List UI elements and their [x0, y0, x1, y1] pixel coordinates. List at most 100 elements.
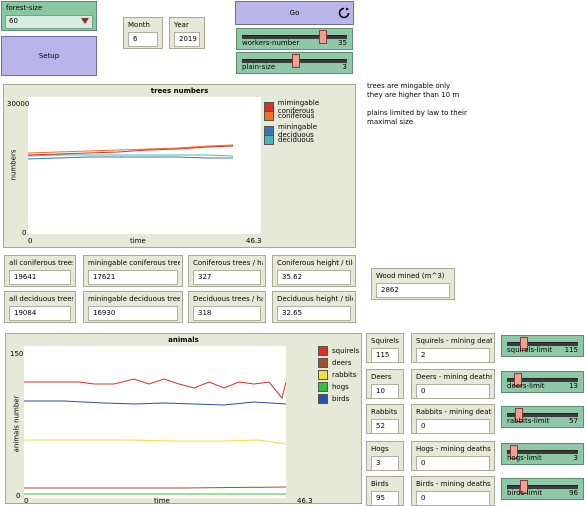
monitor-value-box: 0 [416, 419, 490, 434]
monitor-value: 16930 [93, 309, 116, 317]
series-line-squirels [24, 378, 287, 400]
monitor-coniferous-per-ha: Coniferous trees / ha 327 [188, 255, 266, 287]
forest-size-select[interactable]: 60 [5, 15, 93, 29]
monitor-value-box: 17621 [88, 270, 178, 285]
slider-label: hogs-limit [507, 454, 542, 462]
legend-swatch [318, 358, 328, 368]
monitor-label: Wood mined (m^3) [376, 272, 445, 280]
forest-size-value: 60 [9, 17, 18, 25]
go-label: Go [289, 9, 300, 17]
monitor-value-box: 19641 [9, 270, 71, 285]
note-line: plains limited by law to their [367, 109, 467, 117]
monitor-value-box: 318 [193, 306, 261, 321]
slider-label: deers-limit [507, 382, 545, 390]
legend-swatch [318, 370, 328, 380]
legend-label: deers [332, 359, 352, 367]
monitor-label: miningable coniferous trees [88, 259, 180, 267]
year-field[interactable]: 2019 [174, 32, 200, 47]
legend-swatch [264, 111, 274, 121]
month-label: Month [128, 21, 150, 29]
animal-limit-slider[interactable]: birds-limit 96 [501, 478, 584, 500]
workers-number-value: 35 [338, 39, 347, 47]
animal-limit-slider[interactable]: rabbits-limit 57 [501, 406, 584, 428]
legend-item: squirels [318, 346, 359, 356]
monitor-animal-deaths: Birds - mining deaths 0 [411, 476, 495, 506]
plot-title: animals [168, 336, 199, 344]
monitor-value-box: 2 [416, 348, 490, 363]
monitor-animal-deaths: Squirels - mining death 2 [411, 333, 495, 363]
monitor-value-box: 35.62 [277, 270, 351, 285]
legend-label: squirels [332, 347, 360, 355]
plain-size-slider[interactable]: plain-size 3 [236, 52, 353, 74]
monitor-wood-mined: Wood mined (m^3) 2862 [371, 268, 455, 300]
monitor-all-coniferous: all coniferous trees 19641 [4, 255, 76, 287]
monitor-value-box: 16930 [88, 306, 178, 321]
legend-label: hogs [332, 383, 349, 391]
forever-icon [338, 7, 350, 21]
plot-title: trees numbers [150, 87, 209, 95]
slider-label: rabbits-limit [507, 417, 550, 425]
year-input-box[interactable]: Year 2019 [169, 17, 205, 49]
animal-limit-slider[interactable]: squirels-limit 115 [501, 335, 584, 357]
monitor-animal-count: Birds 95 [366, 476, 404, 506]
monitor-value: 17621 [93, 273, 116, 281]
y-min-label: 0 [22, 229, 27, 237]
monitor-label: Rabbits [371, 408, 398, 416]
go-button[interactable]: Go [235, 1, 354, 25]
y-max-label: 30000 [7, 100, 30, 108]
monitor-value: 95 [376, 494, 385, 502]
monitor-animal-count: Squirels 115 [366, 333, 404, 363]
monitor-all-deciduous: all deciduous trees 19084 [4, 291, 76, 323]
legend-label: birds [332, 395, 350, 403]
note-line: they are higher than 10 m [367, 91, 460, 99]
monitor-label: miningable deciduous trees [88, 295, 180, 303]
legend-item: deers [318, 358, 352, 368]
monitor-miningable-deciduous: miningable deciduous trees 16930 [83, 291, 183, 323]
y-axis-label: animals number [12, 395, 21, 453]
plain-size-label: plain-size [242, 63, 276, 71]
month-input-box[interactable]: Month 6 [123, 17, 163, 49]
monitor-value: 3 [376, 459, 381, 467]
monitor-label: Deciduous height / tile [277, 295, 353, 303]
monitor-label: Coniferous height / tile [277, 259, 353, 267]
monitor-value-box: 3 [371, 456, 399, 471]
monitor-animal-deaths: Rabbits - mining death 0 [411, 404, 495, 434]
animal-limit-slider[interactable]: deers-limit 13 [501, 371, 584, 393]
monitor-label: all deciduous trees [9, 295, 73, 303]
monitor-deciduous-height: Deciduous height / tile 32.65 [272, 291, 356, 323]
monitor-animal-count: Hogs 3 [366, 441, 404, 471]
monitor-value: 35.62 [282, 273, 303, 281]
setup-button[interactable]: Setup [1, 36, 97, 76]
monitor-label: Coniferous trees / ha [193, 259, 263, 267]
monitor-value-box: 0 [416, 456, 490, 471]
monitor-label: Birds [371, 480, 389, 488]
year-value: 2019 [179, 35, 197, 43]
monitor-label: Rabbits - mining death [416, 408, 492, 416]
monitor-value: 2862 [381, 286, 399, 294]
month-field[interactable]: 6 [128, 32, 158, 47]
chevron-down-icon[interactable] [81, 18, 89, 24]
forest-size-chooser[interactable]: forest-size 60 [1, 1, 97, 31]
animal-limit-slider[interactable]: hogs-limit 3 [501, 443, 584, 465]
monitor-label: Squirels - mining death [416, 337, 492, 345]
series-line-birds [24, 400, 287, 406]
note-line: trees are mingable only [367, 82, 451, 90]
legend-swatch [318, 394, 328, 404]
workers-number-slider[interactable]: workers-number 35 [236, 28, 353, 50]
monitor-value: 2 [421, 351, 426, 359]
series-line-coniferous [27, 144, 234, 154]
slider-knob[interactable] [319, 30, 327, 44]
series-line-deers [24, 486, 287, 489]
monitor-value: 0 [421, 422, 426, 430]
slider-knob[interactable] [292, 54, 300, 68]
plot-area [24, 346, 287, 498]
legend-label: deciduous [278, 136, 314, 144]
legend-swatch [264, 135, 274, 145]
y-min-label: 0 [16, 492, 21, 500]
plot-area [27, 97, 261, 234]
legend-item: birds [318, 394, 349, 404]
animals-lines [24, 378, 287, 495]
setup-label: Setup [38, 52, 60, 60]
monitor-value-box: 2862 [376, 283, 450, 298]
legend-item: deciduous [264, 135, 314, 145]
